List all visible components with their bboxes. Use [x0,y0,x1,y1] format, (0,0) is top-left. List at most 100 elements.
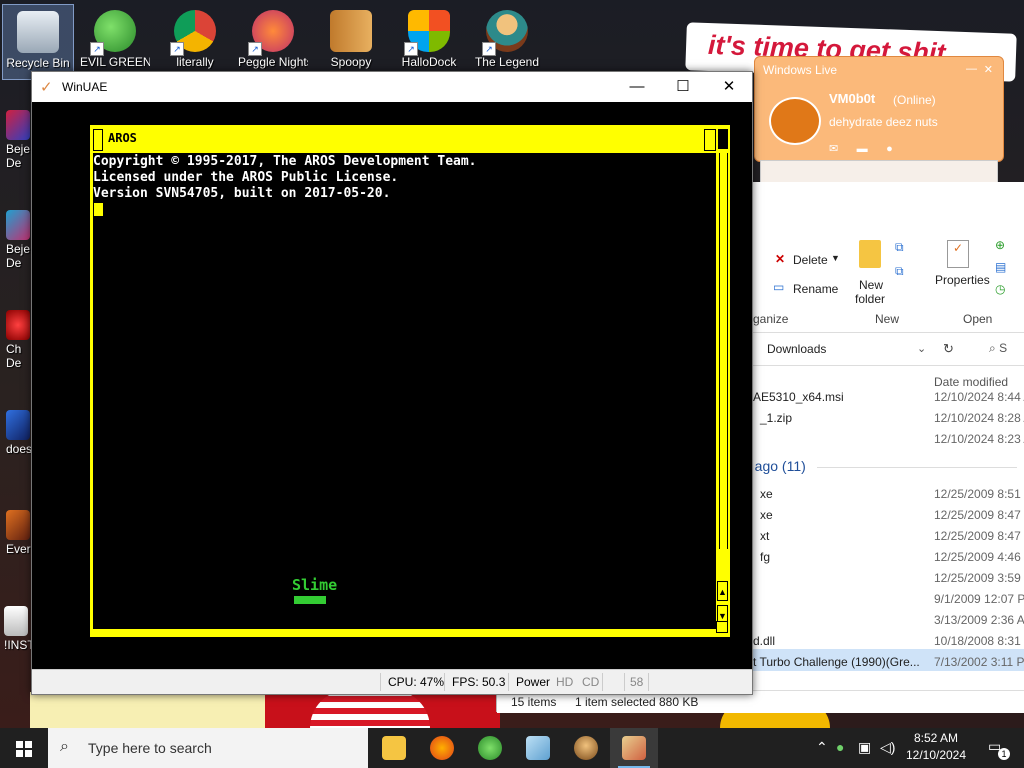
column-header-date-modified[interactable]: Date modified [934,375,1008,389]
aros-scrollbar[interactable]: ▲ ▼ [717,153,728,631]
desktop-icon-spoopy[interactable]: Spoopy [316,4,386,78]
file-name[interactable]: fg [760,550,770,570]
emulator-display[interactable]: AROS Copyright © 1995-2017, The AROS Dev… [32,102,752,669]
easy-access-icon[interactable]: ⧉ [895,264,904,279]
aros-close-gadget[interactable] [93,129,103,151]
clock-date[interactable]: 12/10/2024 [904,748,968,762]
start-button[interactable] [0,728,48,768]
messenger-minimize-button[interactable]: — [966,63,977,75]
aros-depth-gadget[interactable] [718,129,728,149]
minimize-button[interactable]: — [614,72,660,102]
desktop-icon-the-legend[interactable]: ↗ The Legend [472,4,542,78]
taskbar-search[interactable]: ⌕ Type here to search [48,728,368,768]
chevron-down-icon[interactable]: ▼ [831,253,840,263]
taskbar-messenger[interactable] [466,728,514,768]
open-icon[interactable]: ⊕ [995,238,1005,252]
title-bar[interactable]: ✓ WinUAE — ☐ ✕ [32,72,752,102]
file-name[interactable]: xt [760,529,769,549]
refresh-icon[interactable]: ↻ [943,341,954,357]
search-placeholder[interactable]: Type here to search [88,740,212,756]
new-folder-button-line2[interactable]: folder [855,292,885,306]
file-date[interactable]: 9/1/2009 12:07 P [934,592,1024,606]
messenger-window[interactable]: Windows Live — ✕ VM0b0t (Online) dehydra… [754,56,1004,162]
network-icon[interactable]: ▣ [858,739,871,756]
messenger-personal-message[interactable]: dehydrate deez nuts [829,115,938,129]
cpu-usage: CPU: 47% [388,675,445,689]
messenger-tray-icon[interactable]: ● [836,739,844,755]
divider [602,673,603,691]
shortcut-arrow-icon: ↗ [404,42,418,56]
rename-icon[interactable]: ▭ [773,280,784,294]
clock-time[interactable]: 8:52 AM [908,731,964,745]
globe-icon[interactable]: ● [886,143,893,155]
desktop-icon-install[interactable]: !INST [4,606,35,652]
file-name[interactable]: xe [760,487,773,507]
properties-icon[interactable]: ✓ [947,240,969,268]
address-bar[interactable]: Downloads ⌄ ↻ ⌕ S [753,332,1024,366]
history-icon[interactable]: ◷ [995,282,1005,296]
taskbar-firefox[interactable] [418,728,466,768]
address-path[interactable]: Downloads [767,342,826,356]
desktop-icon-peggle-nights[interactable]: ↗ Peggle Nights [238,4,308,78]
chuzzle-icon [6,310,30,340]
desktop-icon-literally[interactable]: ↗ literally [160,4,230,78]
scroll-up-arrow-icon[interactable]: ▲ [717,581,728,601]
new-folder-button-line1[interactable]: New [859,278,883,292]
file-date[interactable]: 12/25/2009 4:46 P [934,550,1024,564]
search-box-hint[interactable]: S [999,341,1007,355]
aros-size-gadget[interactable] [716,621,728,633]
taskbar-winuae[interactable] [610,728,658,768]
file-name[interactable]: AE5310_x64.msi [753,390,844,410]
search-icon[interactable]: ⌕ S [989,341,1007,356]
character-app-icon [574,736,598,760]
rename-button[interactable]: Rename [793,282,838,296]
taskbar-file-explorer[interactable] [370,728,418,768]
aros-console[interactable]: Copyright © 1995-2017, The AROS Developm… [93,153,716,629]
aros-scroll-track[interactable] [719,153,728,549]
avatar[interactable] [769,97,821,145]
app-icon [6,410,30,440]
delete-icon[interactable]: ✕ [775,252,785,266]
file-name[interactable]: t Turbo Challenge (1990)(Gre... [753,655,920,675]
delete-button[interactable]: Delete [793,253,828,267]
file-name[interactable]: d.dll [753,634,775,654]
desktop-icon-hallodock[interactable]: ↗ HalloDock [394,4,464,78]
file-date[interactable]: 12/10/2024 8:23 A [934,432,1024,446]
file-date[interactable]: 10/18/2008 8:31 P [934,634,1024,648]
desktop-icon-recycle-bin[interactable]: Recycle Bin [2,4,74,80]
properties-button[interactable]: Properties [935,273,990,287]
chevron-up-icon[interactable]: ⌃ [816,739,828,756]
maximize-button[interactable]: ☐ [660,72,706,102]
file-date[interactable]: 12/25/2009 8:47 P [934,508,1024,522]
aros-title-bar[interactable]: AROS [90,125,730,153]
edit-icon[interactable]: ▤ [995,260,1006,274]
aros-shell-window[interactable]: AROS Copyright © 1995-2017, The AROS Dev… [90,125,730,637]
messenger-action-icons[interactable]: ✉ ▬ ● [829,139,919,155]
winuae-window[interactable]: ✓ WinUAE — ☐ ✕ AROS Copyright © 1995-201… [31,71,753,695]
file-date[interactable]: 12/25/2009 3:59 P [934,571,1024,585]
folder-icon[interactable]: ▬ [857,143,868,155]
aros-zoom-gadget[interactable] [704,129,716,151]
file-name[interactable]: xe [760,508,773,528]
taskbar-character-app[interactable] [562,728,610,768]
file-name[interactable]: _1.zip [760,411,792,431]
messenger-display-name[interactable]: VM0b0t [829,91,875,106]
file-date[interactable]: 7/13/2002 3:11 P [934,655,1024,669]
close-button[interactable]: ✕ [706,72,752,102]
aros-bottom-border [90,631,730,637]
file-date[interactable]: 12/10/2024 8:44 A [934,390,1024,404]
file-date[interactable]: 12/10/2024 8:28 A [934,411,1024,425]
new-folder-icon[interactable] [859,240,881,268]
desktop-icon-evil-green[interactable]: ↗ EVIL GREEN [80,4,150,78]
file-date[interactable]: 12/25/2009 8:47 P [934,529,1024,543]
messenger-close-button[interactable]: ✕ [984,63,993,76]
file-explorer-icon [382,736,406,760]
volume-icon[interactable]: ◁) [880,739,895,756]
chevron-down-icon[interactable]: ⌄ [917,342,926,355]
messenger-status[interactable]: (Online) [893,93,936,107]
file-date[interactable]: 12/25/2009 8:51 P [934,487,1024,501]
new-item-icon[interactable]: ⧉ [895,240,904,255]
taskbar-notepad[interactable] [514,728,562,768]
file-date[interactable]: 3/13/2009 2:36 A [934,613,1024,627]
mail-icon[interactable]: ✉ [829,143,838,155]
